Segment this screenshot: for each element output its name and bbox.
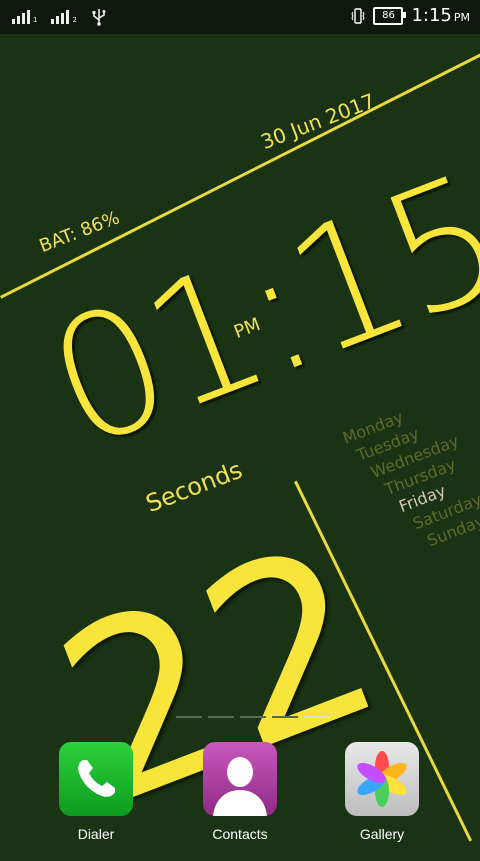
contacts-app[interactable]: Contacts <box>202 742 278 842</box>
widget-battery: BAT: 86% <box>36 207 123 257</box>
dialer-label: Dialer <box>77 826 115 842</box>
page-dot[interactable] <box>272 716 298 718</box>
page-indicator[interactable] <box>176 716 330 718</box>
contact-person-icon[interactable] <box>203 742 277 816</box>
dialer-app[interactable]: Dialer <box>58 742 134 842</box>
page-dot[interactable] <box>176 716 202 718</box>
seconds-label: Seconds <box>141 455 247 518</box>
clock-widget[interactable]: 30 Jun 2017 BAT: 86% 01:15 PM Seconds 22… <box>0 0 480 861</box>
widget-date: 30 Jun 2017 <box>257 88 379 154</box>
page-dot[interactable] <box>304 716 330 718</box>
gallery-label: Gallery <box>359 826 405 842</box>
weekday-list: Monday Tuesday Wednesday Thursday Friday Satu… <box>340 392 480 568</box>
page-dot[interactable] <box>240 716 266 718</box>
gallery-flower-icon[interactable] <box>345 742 419 816</box>
app-dock: Dialer Contacts Gallery <box>0 742 480 854</box>
phone-icon[interactable] <box>59 742 133 816</box>
flower-glyph <box>357 751 407 807</box>
person-glyph <box>213 757 267 816</box>
gallery-app[interactable]: Gallery <box>344 742 420 842</box>
phone-glyph <box>78 760 115 797</box>
contacts-label: Contacts <box>212 826 268 842</box>
page-dot[interactable] <box>208 716 234 718</box>
